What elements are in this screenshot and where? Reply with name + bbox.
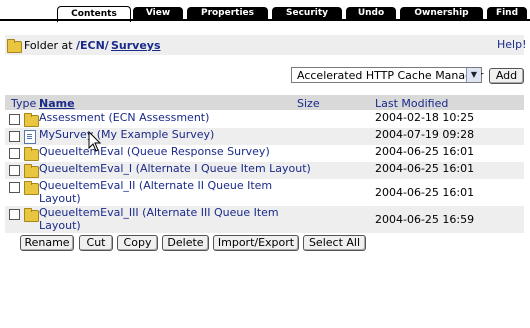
select-all-button[interactable]: Select All	[303, 235, 366, 251]
last-modified-value: 2004-06-25 16:59	[375, 213, 475, 226]
row-checkbox[interactable]	[9, 114, 20, 125]
last-modified-value: 2004-06-25 16:01	[375, 186, 475, 199]
column-type-header[interactable]: Type	[11, 97, 36, 110]
add-object-select-value: Accelerated HTTP Cache Manager	[297, 69, 484, 82]
survey-document-icon	[24, 130, 36, 144]
row-checkbox[interactable]	[9, 148, 20, 159]
item-link[interactable]: QueueItemEval_I (Alternate I Queue Item …	[39, 162, 311, 176]
cut-button[interactable]: Cut	[79, 235, 113, 251]
column-size-header[interactable]: Size	[297, 97, 320, 110]
last-modified-value: 2004-06-25 16:01	[375, 162, 475, 175]
tab-bar: Contents View Properties Security Undo O…	[0, 0, 530, 22]
row-checkbox[interactable]	[9, 182, 20, 193]
column-modified-header[interactable]: Last Modified	[375, 97, 448, 110]
breadcrumb-root-link[interactable]: /ECN/	[76, 39, 109, 52]
copy-button[interactable]: Copy	[117, 235, 158, 251]
folder-icon	[24, 113, 39, 127]
folder-icon	[24, 208, 39, 222]
item-link[interactable]: QueueItemEval_III (Alternate III Queue I…	[39, 206, 279, 220]
rename-button[interactable]: Rename	[20, 235, 74, 251]
help-link[interactable]: Help!	[497, 38, 527, 51]
delete-button[interactable]: Delete	[162, 235, 209, 251]
folder-icon	[24, 147, 39, 161]
import-export-button[interactable]: Import/Export	[213, 235, 299, 251]
chevron-down-icon[interactable]: ▼	[466, 68, 481, 82]
row-checkbox[interactable]	[9, 165, 20, 176]
last-modified-value: 2004-07-19 09:28	[375, 128, 475, 141]
breadcrumb-current-link[interactable]: Surveys	[111, 39, 161, 52]
folder-icon	[24, 181, 39, 195]
row-checkbox[interactable]	[9, 131, 20, 142]
item-link[interactable]: QueueItemEval_II (Alternate II Queue Ite…	[39, 179, 272, 193]
folder-icon	[24, 164, 39, 178]
item-link[interactable]: Assessment (ECN Assessment)	[39, 111, 209, 125]
item-link-continued[interactable]: Layout)	[39, 192, 81, 206]
folder-prefix-label: Folder at	[24, 39, 73, 52]
last-modified-value: 2004-06-25 16:01	[375, 145, 475, 158]
add-button[interactable]: Add	[489, 68, 524, 84]
last-modified-value: 2004-02-18 10:25	[375, 111, 475, 124]
tab-bar-divider	[0, 19, 530, 21]
item-link[interactable]: MySurvey (My Example Survey)	[39, 128, 214, 142]
item-link-continued[interactable]: Layout)	[39, 219, 81, 233]
column-name-header[interactable]: Name	[39, 97, 75, 110]
add-object-select[interactable]: Accelerated HTTP Cache Manager ▼	[291, 67, 484, 83]
item-link[interactable]: QueueItemEval (Queue Response Survey)	[39, 145, 270, 159]
row-checkbox[interactable]	[9, 209, 20, 220]
folder-icon	[7, 39, 22, 53]
